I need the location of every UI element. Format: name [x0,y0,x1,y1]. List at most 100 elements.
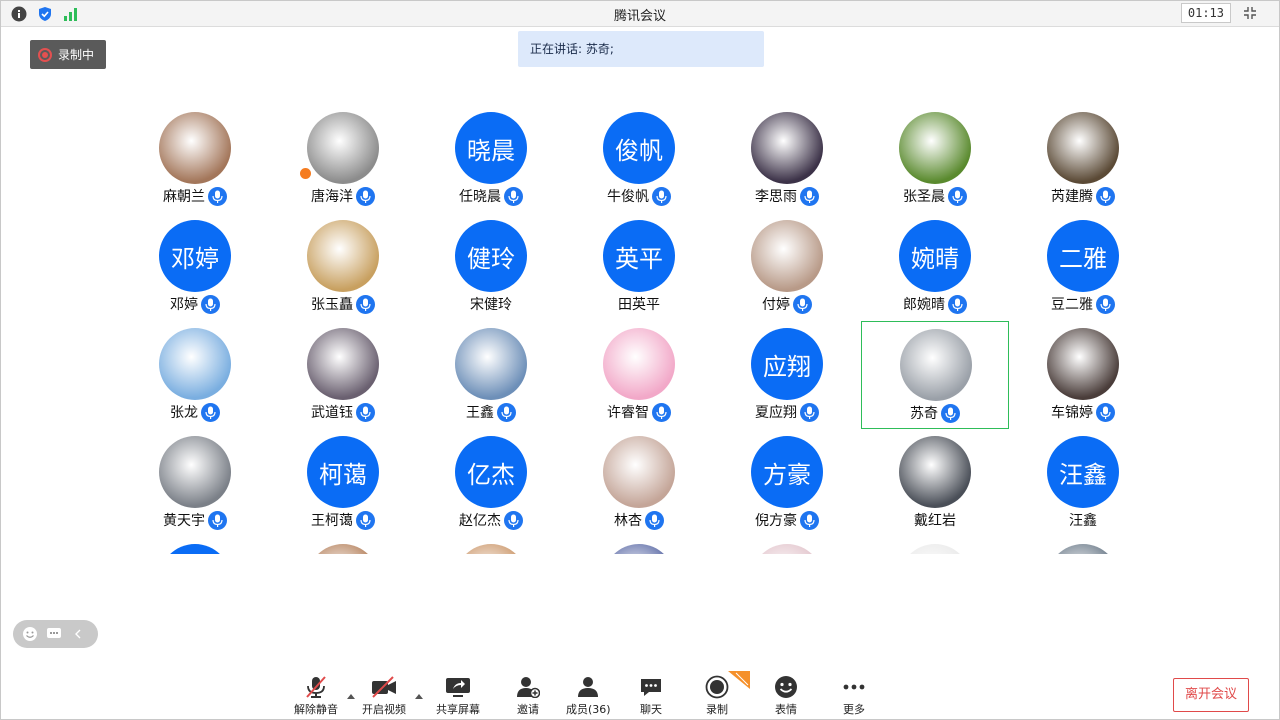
participant-avatar-photo [899,544,971,554]
participant-tile[interactable]: 付婷 [713,213,861,321]
participant-name-row: 汪鑫 [1009,510,1157,530]
participant-tile[interactable] [417,537,565,554]
participant-tile[interactable]: 王鑫 [417,321,565,429]
record-icon [703,675,731,699]
participant-tile[interactable]: 林杏 [565,429,713,537]
participant-tile[interactable]: 二雅 豆二雅 [1009,213,1157,321]
participant-avatar-initials: 婉晴 [899,220,971,292]
mic-icon [948,294,967,314]
participant-name-row: 芮建腾 [1009,186,1157,206]
participant-tile[interactable]: 戴红岩 [861,429,1009,537]
exit-fullscreen-icon[interactable] [1241,4,1259,22]
participant-avatar-photo [1047,544,1119,554]
new-badge-icon [728,671,750,689]
mic-icon [948,186,967,206]
participant-tile[interactable]: 邓婷 邓婷 [121,213,269,321]
participant-tile[interactable]: 婉晴 郎婉晴 [861,213,1009,321]
speaking-indicator: 正在讲话: 苏奇; [518,31,764,67]
participant-name: 宋健玲 [470,297,512,313]
participant-avatar-photo [1047,328,1119,400]
participant-name-row: 麻朝兰 [121,186,269,206]
participant-name: 汪鑫 [1069,513,1097,529]
participant-avatar-photo [159,436,231,508]
participant-name-row: 牛俊帆 [565,186,713,206]
participant-tile[interactable]: 汪鑫 汪鑫 [1009,429,1157,537]
participant-name: 唐海洋 [311,189,353,205]
participant-tile[interactable]: 张龙 [121,321,269,429]
participant-tile[interactable] [861,537,1009,554]
emoji-label: 表情 [775,703,797,716]
share-screen-icon [444,675,472,699]
chevron-left-icon[interactable] [69,625,87,643]
participant-tile[interactable]: 晓晨 任晓晨 [417,105,565,213]
participant-avatar-photo [159,112,231,184]
chat-button[interactable]: 聊天 [637,675,665,717]
record-button[interactable]: 录制 [703,675,731,717]
share-screen-label: 共享屏幕 [436,703,480,716]
participant-tile[interactable]: 芮建腾 [1009,105,1157,213]
participant-tile[interactable]: 俊帆 牛俊帆 [565,105,713,213]
participant-name-row: 宋健玲 [417,294,565,314]
participant-name-row: 林杏 [565,510,713,530]
participant-avatar-photo [751,544,823,554]
mic-icon [652,186,671,206]
participant-tile[interactable] [121,537,269,554]
caret-up-icon[interactable] [346,685,356,699]
participant-name-row: 车锦婷 [1009,402,1157,422]
smile-icon [772,675,800,699]
participant-tile[interactable]: 柯蔼 王柯蔼 [269,429,417,537]
participant-tile[interactable]: 武道钰 [269,321,417,429]
host-badge-icon [299,167,312,180]
participant-tile[interactable]: 许睿智 [565,321,713,429]
members-label: 成员(36) [566,703,611,716]
participant-avatar-photo [603,436,675,508]
danmaku-icon[interactable] [45,625,63,643]
participant-tile[interactable]: 唐海洋 [269,105,417,213]
participant-tile[interactable] [1009,537,1157,554]
participant-name-row: 郎婉晴 [861,294,1009,314]
participant-name-row: 张龙 [121,402,269,422]
participant-avatar-photo [751,220,823,292]
participant-name-row: 唐海洋 [269,186,417,206]
leave-meeting-button[interactable]: 离开会议 [1173,678,1249,712]
participant-tile[interactable]: 应翔 夏应翔 [713,321,861,429]
unmute-button[interactable]: 解除静音 [294,675,338,717]
participant-tile[interactable]: 亿杰 赵亿杰 [417,429,565,537]
participant-avatar-photo [307,328,379,400]
participant-avatar-initials: 邓婷 [159,220,231,292]
participant-tile[interactable]: 健玲 宋健玲 [417,213,565,321]
participant-name: 黄天宇 [163,513,205,529]
participant-tile[interactable] [565,537,713,554]
caret-up-icon[interactable] [414,685,424,699]
members-button[interactable]: 成员(36) [566,675,611,717]
mic-icon [800,510,819,530]
emoji-reaction-icon[interactable] [21,625,39,643]
participant-tile[interactable]: 方豪 倪方豪 [713,429,861,537]
more-button[interactable]: 更多 [840,675,868,717]
mic-icon [793,294,812,314]
participant-tile[interactable] [269,537,417,554]
participant-tile[interactable]: 英平 田英平 [565,213,713,321]
participant-name-row: 邓婷 [121,294,269,314]
participant-avatar-photo [455,544,527,554]
participant-tile[interactable]: 麻朝兰 [121,105,269,213]
share-screen-button[interactable]: 共享屏幕 [436,675,480,717]
participant-name: 田英平 [618,297,660,313]
participant-tile[interactable]: 苏奇 [861,321,1009,429]
participant-tile[interactable]: 车锦婷 [1009,321,1157,429]
participant-tile[interactable]: 黄天宇 [121,429,269,537]
participant-avatar-initials: 应翔 [751,328,823,400]
participant-name-row: 王柯蔼 [269,510,417,530]
participant-tile[interactable]: 李思雨 [713,105,861,213]
participant-tile[interactable] [713,537,861,554]
participant-avatar-photo [899,112,971,184]
start-video-button[interactable]: 开启视频 [362,675,406,717]
recording-badge[interactable]: 录制中 [30,40,106,69]
participant-name: 麻朝兰 [163,189,205,205]
emoji-button[interactable]: 表情 [772,675,800,717]
participant-tile[interactable]: 张玉矗 [269,213,417,321]
invite-button[interactable]: 邀请 [514,675,542,717]
participant-name-row: 任晓晨 [417,186,565,206]
participant-tile[interactable]: 张圣晨 [861,105,1009,213]
meeting-timer: 01:13 [1180,3,1231,23]
